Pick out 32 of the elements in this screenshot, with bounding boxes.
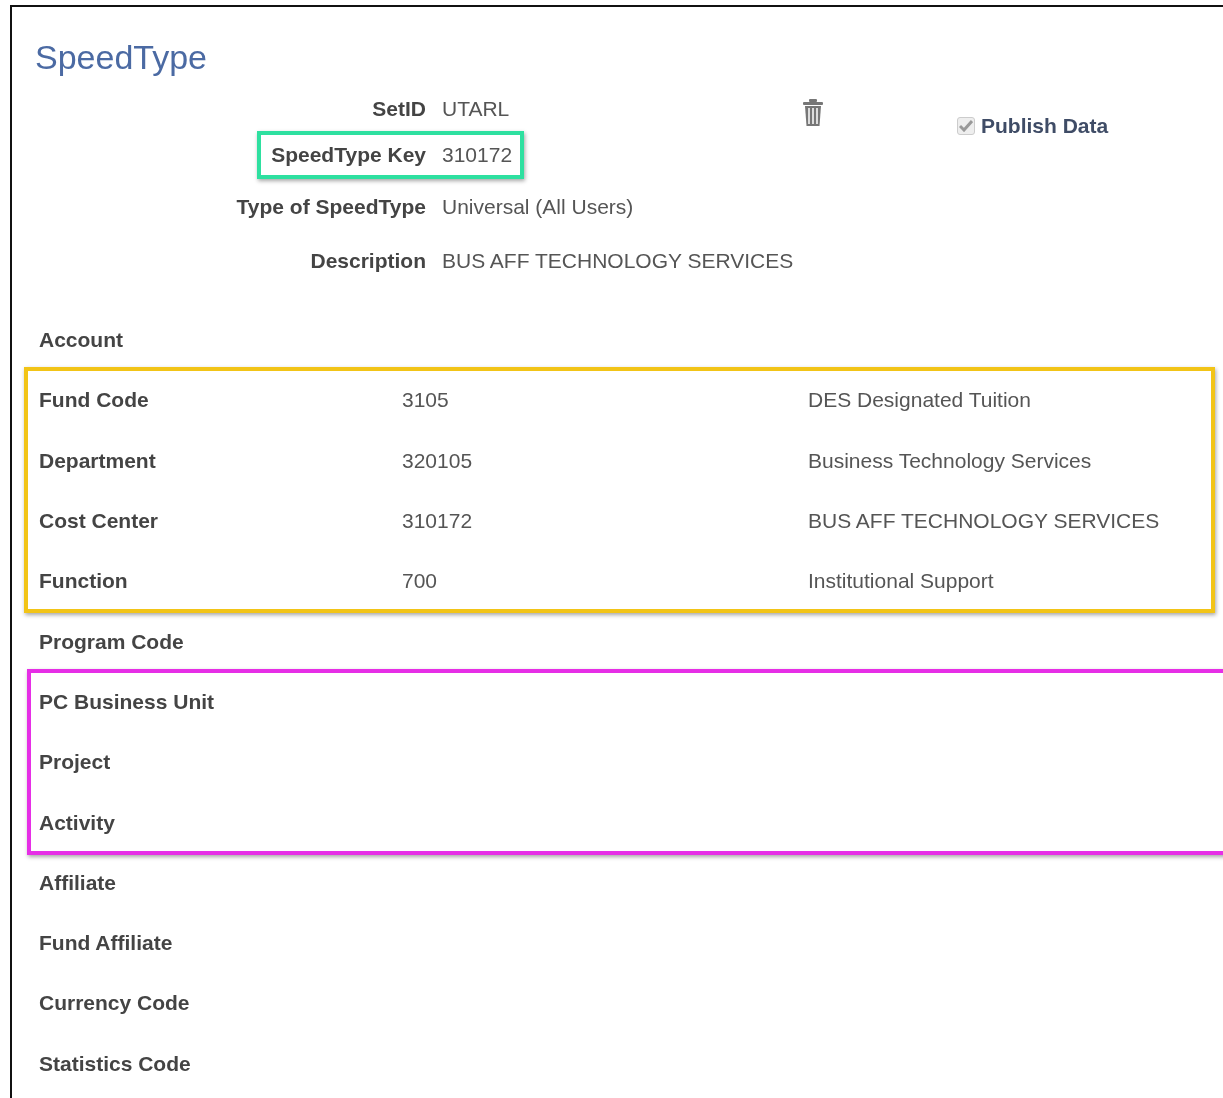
field-label: Cost Center	[39, 509, 159, 534]
field-label: SpeedType Key	[271, 143, 426, 167]
field-label: Account	[39, 328, 123, 353]
checkbox-label: Publish Data	[981, 114, 1109, 138]
field-label: Activity	[39, 810, 115, 835]
field-value: 3105	[402, 388, 449, 413]
field-description: Business Technology Services	[808, 448, 1092, 473]
field-description: BUS AFF TECHNOLOGY SERVICES	[808, 509, 1160, 534]
field-value: 320105	[402, 448, 473, 473]
field-label: SetID	[372, 97, 426, 121]
field-label: Currency Code	[39, 991, 190, 1016]
field-label: Type of SpeedType	[236, 195, 426, 219]
field-description: Institutional Support	[808, 569, 994, 594]
field-value: UTARL	[442, 97, 510, 121]
field-value: Universal (All Users)	[442, 195, 634, 219]
field-label: Statistics Code	[39, 1051, 191, 1076]
field-label: PC Business Unit	[39, 689, 215, 714]
field-label: Description	[310, 249, 426, 273]
field-value: 700	[402, 569, 438, 594]
field-description: DES Designated Tuition	[808, 388, 1031, 413]
field-value: BUS AFF TECHNOLOGY SERVICES	[442, 249, 794, 273]
page-title: SpeedType	[34, 37, 209, 77]
field-label: Department	[39, 448, 156, 473]
field-label: Fund Affiliate	[39, 931, 173, 956]
field-value: 310172	[402, 509, 473, 534]
field-value: 310172	[442, 143, 513, 167]
field-label: Fund Code	[39, 388, 149, 413]
field-label: Project	[39, 750, 111, 775]
field-label: Program Code	[39, 629, 184, 654]
trash-icon[interactable]	[802, 99, 824, 127]
field-label: Affiliate	[39, 870, 116, 895]
field-label: Function	[39, 569, 128, 594]
